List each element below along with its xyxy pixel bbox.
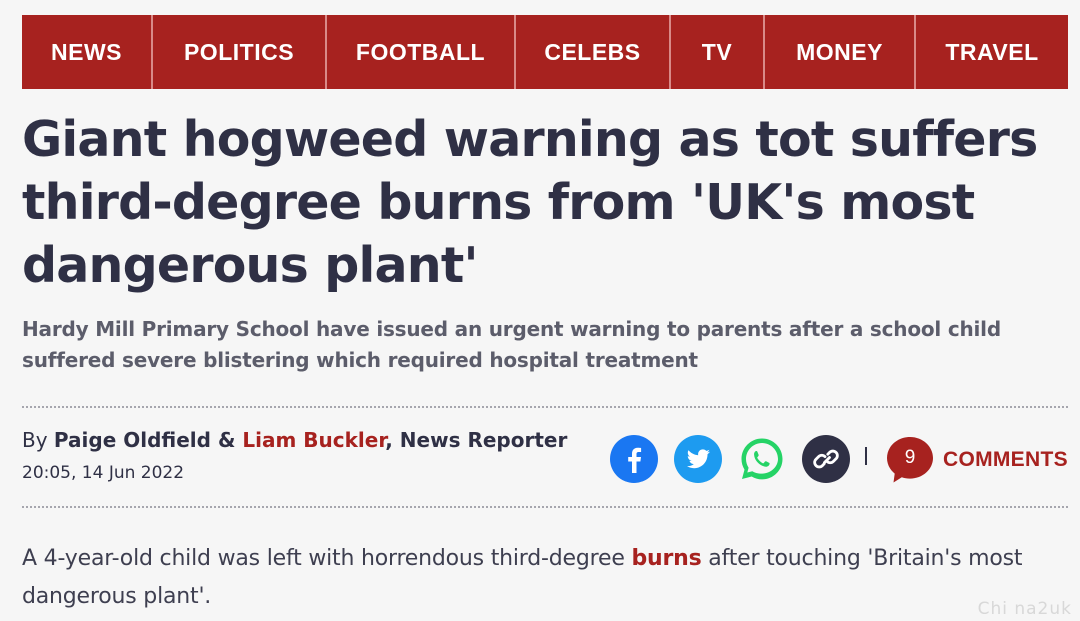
- divider-bottom: [22, 506, 1068, 508]
- share-separator: [865, 447, 867, 465]
- body-text-start: A 4-year-old child was left with horrend…: [22, 546, 632, 571]
- nav-item-politics[interactable]: POLITICS: [153, 15, 327, 89]
- author-role: , News Reporter: [385, 428, 568, 452]
- nav-item-travel[interactable]: TRAVEL: [916, 15, 1068, 89]
- article-standfirst: Hardy Mill Primary School have issued an…: [22, 317, 1001, 372]
- share-twitter-button[interactable]: [674, 435, 722, 483]
- share-whatsapp-button[interactable]: [738, 435, 786, 483]
- publish-timestamp: 20:05, 14 Jun 2022: [22, 463, 185, 483]
- divider-top: [22, 406, 1068, 408]
- article-body-paragraph: A 4-year-old child was left with horrend…: [22, 540, 1062, 616]
- author-link-liam-buckler[interactable]: Liam Buckler: [242, 428, 385, 452]
- watermark: Chi na2uk: [977, 599, 1072, 619]
- top-navigation: NEWS POLITICS FOOTBALL CELEBS TV MONEY T…: [22, 15, 1068, 89]
- link-icon: [813, 449, 839, 469]
- comments-link[interactable]: COMMENTS: [943, 448, 1068, 472]
- byline-conjunction: &: [210, 428, 243, 452]
- burns-keyword-link[interactable]: burns: [631, 546, 701, 571]
- comment-bubble-icon[interactable]: [886, 436, 934, 484]
- twitter-icon: [686, 449, 710, 469]
- author-paige-oldfield: Paige Oldfield: [53, 428, 211, 452]
- nav-item-tv[interactable]: TV: [671, 15, 765, 89]
- whatsapp-icon: [741, 438, 783, 480]
- share-facebook-button[interactable]: [610, 435, 658, 483]
- copy-link-button[interactable]: [802, 435, 850, 483]
- nav-item-money[interactable]: MONEY: [765, 15, 916, 89]
- nav-item-football[interactable]: FOOTBALL: [327, 15, 516, 89]
- facebook-icon: [628, 447, 642, 473]
- article-headline: Giant hogweed warning as tot suffers thi…: [22, 111, 1038, 294]
- nav-item-celebs[interactable]: CELEBS: [516, 15, 671, 89]
- byline-prefix: By: [22, 428, 54, 452]
- nav-item-news[interactable]: NEWS: [22, 15, 153, 89]
- byline: By Paige Oldfield & Liam Buckler, News R…: [22, 428, 567, 452]
